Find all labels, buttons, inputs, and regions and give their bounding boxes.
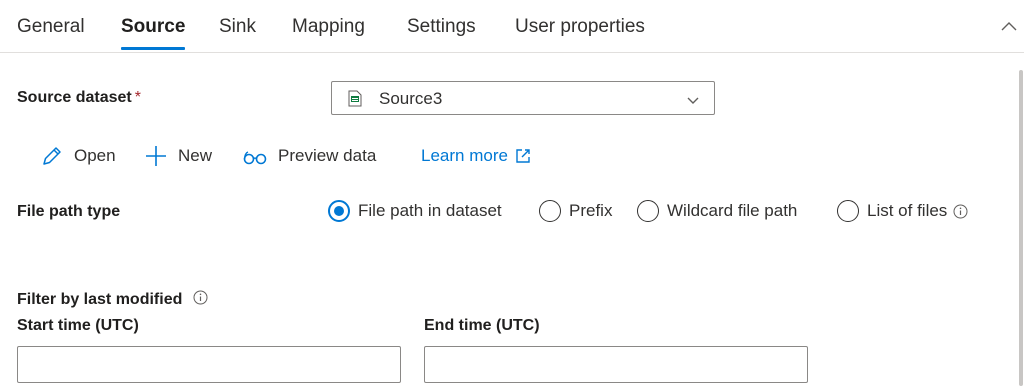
required-mark: * bbox=[134, 89, 141, 106]
source-dataset-label: Source dataset * bbox=[17, 89, 141, 107]
radio-indicator bbox=[637, 200, 659, 222]
radio-label: List of files bbox=[867, 201, 948, 220]
start-time-input[interactable] bbox=[17, 346, 401, 383]
tab-mapping[interactable]: Mapping bbox=[292, 16, 365, 38]
preview-data-label: Preview data bbox=[278, 146, 377, 165]
chevron-down-icon bbox=[687, 97, 699, 104]
tab-user-properties[interactable]: User properties bbox=[515, 16, 645, 38]
plus-icon bbox=[146, 146, 166, 166]
info-icon[interactable] bbox=[953, 204, 968, 219]
radio-wildcard-file-path[interactable]: Wildcard file path bbox=[637, 200, 797, 222]
radio-file-path-in-dataset[interactable]: File path in dataset bbox=[328, 200, 502, 222]
radio-indicator bbox=[539, 200, 561, 222]
end-time-input[interactable] bbox=[424, 346, 808, 383]
tab-bar: General Source Sink Mapping Settings Use… bbox=[0, 0, 1024, 53]
tab-general[interactable]: General bbox=[17, 16, 85, 38]
source-dataset-label-text: Source dataset bbox=[17, 89, 132, 106]
tab-settings[interactable]: Settings bbox=[407, 16, 476, 38]
new-button[interactable]: New bbox=[144, 143, 212, 169]
pencil-icon bbox=[43, 147, 61, 165]
source-dataset-value: Source3 bbox=[379, 89, 443, 108]
file-path-type-label: File path type bbox=[17, 203, 121, 220]
filter-label-text: Filter by last modified bbox=[17, 291, 183, 308]
learn-more-label: Learn more bbox=[421, 146, 508, 165]
open-label: Open bbox=[74, 146, 116, 165]
radio-label: Prefix bbox=[569, 201, 613, 220]
source-dataset-dropdown[interactable]: Source3 bbox=[331, 81, 715, 115]
tab-source[interactable]: Source bbox=[121, 16, 185, 38]
external-link-icon bbox=[516, 149, 530, 163]
radio-label: Wildcard file path bbox=[667, 201, 798, 220]
radio-list-of-files[interactable]: List of files bbox=[837, 200, 968, 222]
info-icon[interactable] bbox=[193, 290, 208, 305]
scrollbar-thumb[interactable] bbox=[1019, 70, 1023, 386]
radio-selected-indicator bbox=[328, 200, 350, 222]
end-time-label: End time (UTC) bbox=[424, 317, 540, 334]
radio-prefix[interactable]: Prefix bbox=[539, 200, 612, 222]
radio-indicator bbox=[837, 200, 859, 222]
open-button[interactable]: Open bbox=[40, 143, 116, 169]
filter-last-modified-label: Filter by last modified bbox=[17, 290, 208, 309]
tab-sink[interactable]: Sink bbox=[219, 16, 256, 38]
active-tab-indicator bbox=[121, 47, 185, 50]
start-time-label: Start time (UTC) bbox=[17, 317, 139, 334]
glasses-icon bbox=[243, 151, 267, 165]
radio-label: File path in dataset bbox=[358, 201, 502, 220]
learn-more-link[interactable]: Learn more bbox=[421, 143, 532, 169]
chevron-up-icon[interactable] bbox=[1000, 18, 1018, 36]
preview-data-button[interactable]: Preview data bbox=[242, 143, 376, 169]
new-label: New bbox=[178, 146, 213, 165]
csv-file-icon bbox=[348, 90, 362, 107]
